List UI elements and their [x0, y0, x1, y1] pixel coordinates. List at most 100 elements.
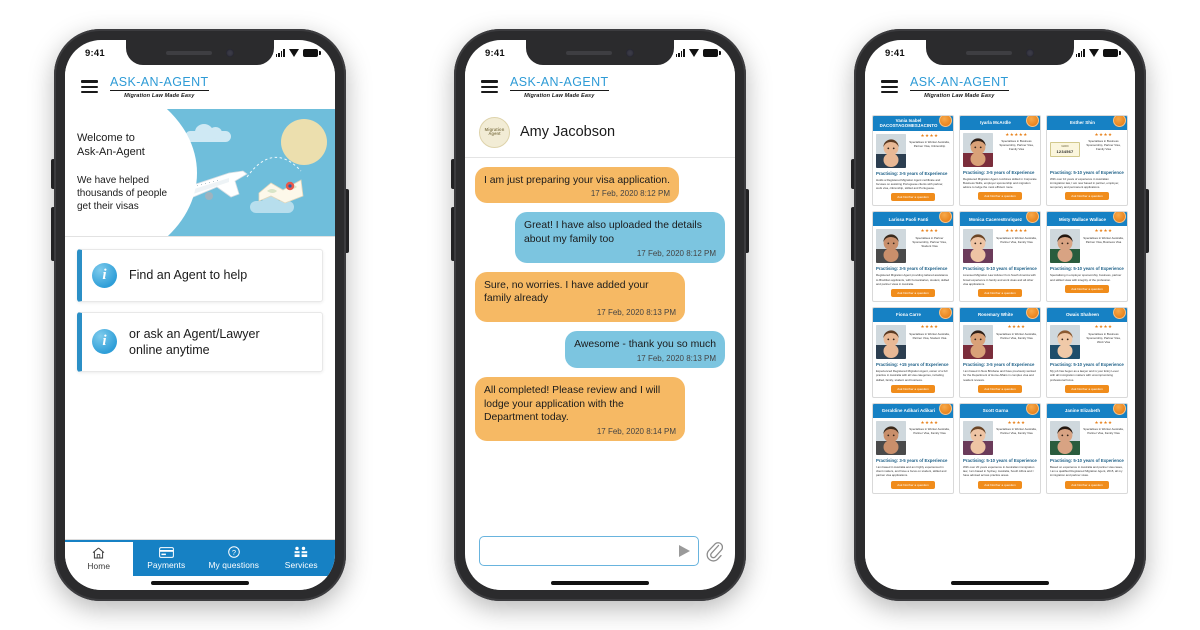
- home-indicator[interactable]: [65, 576, 335, 590]
- home-icon: [92, 547, 105, 559]
- info-card-ask-online[interactable]: i or ask an Agent/Lawyer online anytime: [77, 311, 323, 372]
- send-arrow-icon[interactable]: [679, 545, 690, 557]
- chat-contact-header[interactable]: Migration Agent Amy Jacobson: [465, 109, 735, 158]
- chat-message-text: I am just preparing your visa applicatio…: [484, 174, 670, 186]
- ask-question-button[interactable]: Ask him/her a question: [978, 480, 1022, 489]
- agent-card-summary: ★★★★ Specialises in Worker Australia, Par…: [909, 324, 950, 359]
- chat-input-wrapper[interactable]: [479, 536, 699, 566]
- ask-question-button[interactable]: Ask him/her a question: [1065, 384, 1109, 393]
- agent-description: My job has begun as a lawyer and is your…: [1050, 369, 1119, 382]
- agent-card-summary: ★★★★★ Specialises in Business Sponsorship…: [996, 131, 1037, 167]
- tab-services[interactable]: Services: [267, 540, 335, 576]
- signal-bars-icon: [675, 49, 685, 57]
- tab-label: Home: [87, 561, 111, 571]
- ask-question-button[interactable]: Ask him/her a question: [978, 384, 1022, 393]
- agent-specialty: Specialises in Worker Australia, Partner…: [996, 331, 1037, 340]
- ask-question-button[interactable]: Ask him/her a question: [891, 480, 935, 489]
- chat-contact-name: Amy Jacobson: [520, 124, 616, 140]
- agent-card[interactable]: Janine Elizabeth ★★★★ Specialises in Worke…: [1046, 402, 1128, 494]
- brand-tagline: Migration Law Made Easy: [124, 92, 195, 99]
- agent-card[interactable]: Scott Garna ★★★★ Specialises in Worker Aus…: [959, 402, 1041, 494]
- ask-question-button[interactable]: Ask him/her a question: [891, 193, 935, 202]
- agent-card[interactable]: Monica CaceresEnriquez ★★★★★ Specialises i…: [959, 211, 1041, 303]
- hero-title: Welcome to Ask-An-Agent: [77, 131, 145, 159]
- verified-badge-icon: [939, 115, 952, 127]
- ask-question-button[interactable]: Ask him/her a question: [1065, 192, 1109, 201]
- agents-screen: 9:41 ASK-AN-AGENT Migration Law Made Eas…: [865, 40, 1135, 590]
- hamburger-menu-icon[interactable]: [881, 80, 898, 94]
- chat-message-list: I am just preparing your visa applicatio…: [465, 158, 735, 529]
- star-rating: ★★★★★: [1005, 131, 1028, 137]
- tab-my-questions[interactable]: ? My questions: [200, 540, 268, 576]
- brand-name: ASK-AN-AGENT: [910, 75, 1009, 91]
- power-button[interactable]: [346, 189, 349, 253]
- agent-card-grid: Vania Isabel DACOSTAGOMESJACINTO ★★★★ Spec…: [872, 114, 1128, 494]
- agent-card-summary: ★★★★ Specialises in Business Sponsorship,…: [1083, 132, 1124, 167]
- agent-card[interactable]: Geraldine Adikari Adikari ★★★★ Specialises…: [872, 402, 954, 494]
- agent-photo: [963, 420, 993, 455]
- chat-message-text: Sure, no worries. I have added your fami…: [484, 279, 649, 305]
- agent-specialty: Specialises in Worker Australia, Partner…: [909, 331, 950, 340]
- chat-message-text: Awesome - thank you so much: [574, 339, 716, 351]
- agent-card-body: ★★★★★ Specialises in Business Sponsorship…: [960, 130, 1040, 170]
- hero-text: Welcome to Ask-An-Agent We have helped t…: [77, 131, 189, 214]
- power-button[interactable]: [746, 189, 749, 253]
- agent-card[interactable]: Larissa Paoli Fanti ★★★★ Specialises in Pa…: [872, 211, 954, 303]
- hamburger-menu-icon[interactable]: [81, 80, 98, 94]
- avatar: Migration Agent: [479, 116, 510, 148]
- agent-description: Experienced Registered Migration Agent, …: [876, 369, 948, 382]
- power-button[interactable]: [1146, 189, 1149, 253]
- agent-card-header: Iyarla McArdle: [960, 115, 1040, 130]
- agent-card[interactable]: Owais Shaheen ★★★★ Specialises in Business…: [1046, 307, 1128, 398]
- agent-card-header: Geraldine Adikari Adikari: [873, 403, 953, 418]
- chat-message: Great! I have also uploaded the details …: [515, 212, 725, 263]
- agent-card-body: ★★★★★ Specialises in Worker Australia, Pa…: [960, 226, 1040, 266]
- info-card-find-agent[interactable]: i Find an Agent to help: [77, 248, 323, 302]
- info-card-list: i Find an Agent to help i or ask an Agen…: [65, 237, 335, 372]
- tab-payments[interactable]: Payments: [132, 540, 200, 576]
- agent-card-body: ★★★★ Specialises in Partner Sponsorship, …: [873, 226, 953, 266]
- svg-text:?: ?: [232, 548, 236, 557]
- chat-message-text: All completed! Please review and I will …: [484, 384, 661, 424]
- agent-card[interactable]: Esther Shin MARN 1234567 ★★★★ Specialises in…: [1046, 114, 1128, 207]
- ask-question-button[interactable]: Ask him/her a question: [978, 192, 1022, 201]
- agent-description: I am based in New Brisbane and have prev…: [963, 369, 1036, 382]
- brand-logo[interactable]: ASK-AN-AGENT Migration Law Made Easy: [110, 75, 209, 99]
- agent-card[interactable]: Iyarla McArdle ★★★★★ Specialises in Busine…: [959, 114, 1041, 207]
- agent-card[interactable]: Misty Wallace Wallace ★★★★ Specialises in …: [1046, 211, 1128, 303]
- agent-card-summary: ★★★★ Specialises in Business Sponsorship,…: [1083, 324, 1124, 359]
- chat-input[interactable]: [490, 545, 679, 557]
- ask-question-button[interactable]: Ask him/her a question: [978, 289, 1022, 298]
- agent-card[interactable]: Vania Isabel DACOSTAGOMESJACINTO ★★★★ Spec…: [872, 114, 954, 207]
- agent-card-body: ★★★★ Specialises in Worker Australia, Par…: [1047, 226, 1127, 266]
- ask-question-button[interactable]: Ask him/her a question: [1065, 480, 1109, 489]
- agent-card-header: Monica CaceresEnriquez: [960, 212, 1040, 227]
- agent-description: Holds a Registered Migration Agent certi…: [876, 177, 944, 191]
- ask-question-button[interactable]: Ask him/her a question: [1065, 284, 1109, 293]
- agent-photo: [1050, 420, 1080, 455]
- brand-logo[interactable]: ASK-AN-AGENT Migration Law Made Easy: [510, 75, 609, 99]
- star-rating: ★★★★: [1094, 324, 1113, 330]
- agent-name: Janine Elizabeth: [1064, 408, 1101, 414]
- hamburger-menu-icon[interactable]: [481, 80, 498, 94]
- paperclip-icon[interactable]: [706, 540, 723, 562]
- agent-card-summary: ★★★★★ Specialises in Worker Australia, Pa…: [996, 229, 1037, 263]
- home-indicator[interactable]: [865, 576, 1135, 590]
- agent-card-summary: ★★★★ Specialises in Worker Australia, Par…: [996, 324, 1037, 359]
- agent-name: Misty Wallace Wallace: [1058, 216, 1107, 222]
- agent-description: Licensed Migration Law Advisor from Sout…: [963, 273, 1036, 286]
- star-rating: ★★★★: [920, 419, 939, 425]
- agent-list-scroll[interactable]: Vania Isabel DACOSTAGOMESJACINTO ★★★★ Spec…: [865, 108, 1135, 576]
- home-indicator[interactable]: [465, 576, 735, 590]
- hero-banner: Welcome to Ask-An-Agent We have helped t…: [65, 108, 335, 237]
- ask-question-button[interactable]: Ask him/her a question: [891, 384, 935, 393]
- chat-input-row: [465, 528, 735, 576]
- tab-home[interactable]: Home: [65, 540, 133, 576]
- ask-question-button[interactable]: Ask him/her a question: [891, 289, 935, 298]
- brand-logo[interactable]: ASK-AN-AGENT Migration Law Made Easy: [910, 75, 1009, 99]
- agent-card[interactable]: Rosemary White ★★★★ Specialises in Worker …: [959, 307, 1041, 398]
- agent-card[interactable]: Fiona Carre ★★★★ Specialises in Worker Aus…: [872, 307, 954, 398]
- agent-photo: [963, 325, 993, 360]
- star-rating: ★★★★: [920, 132, 939, 138]
